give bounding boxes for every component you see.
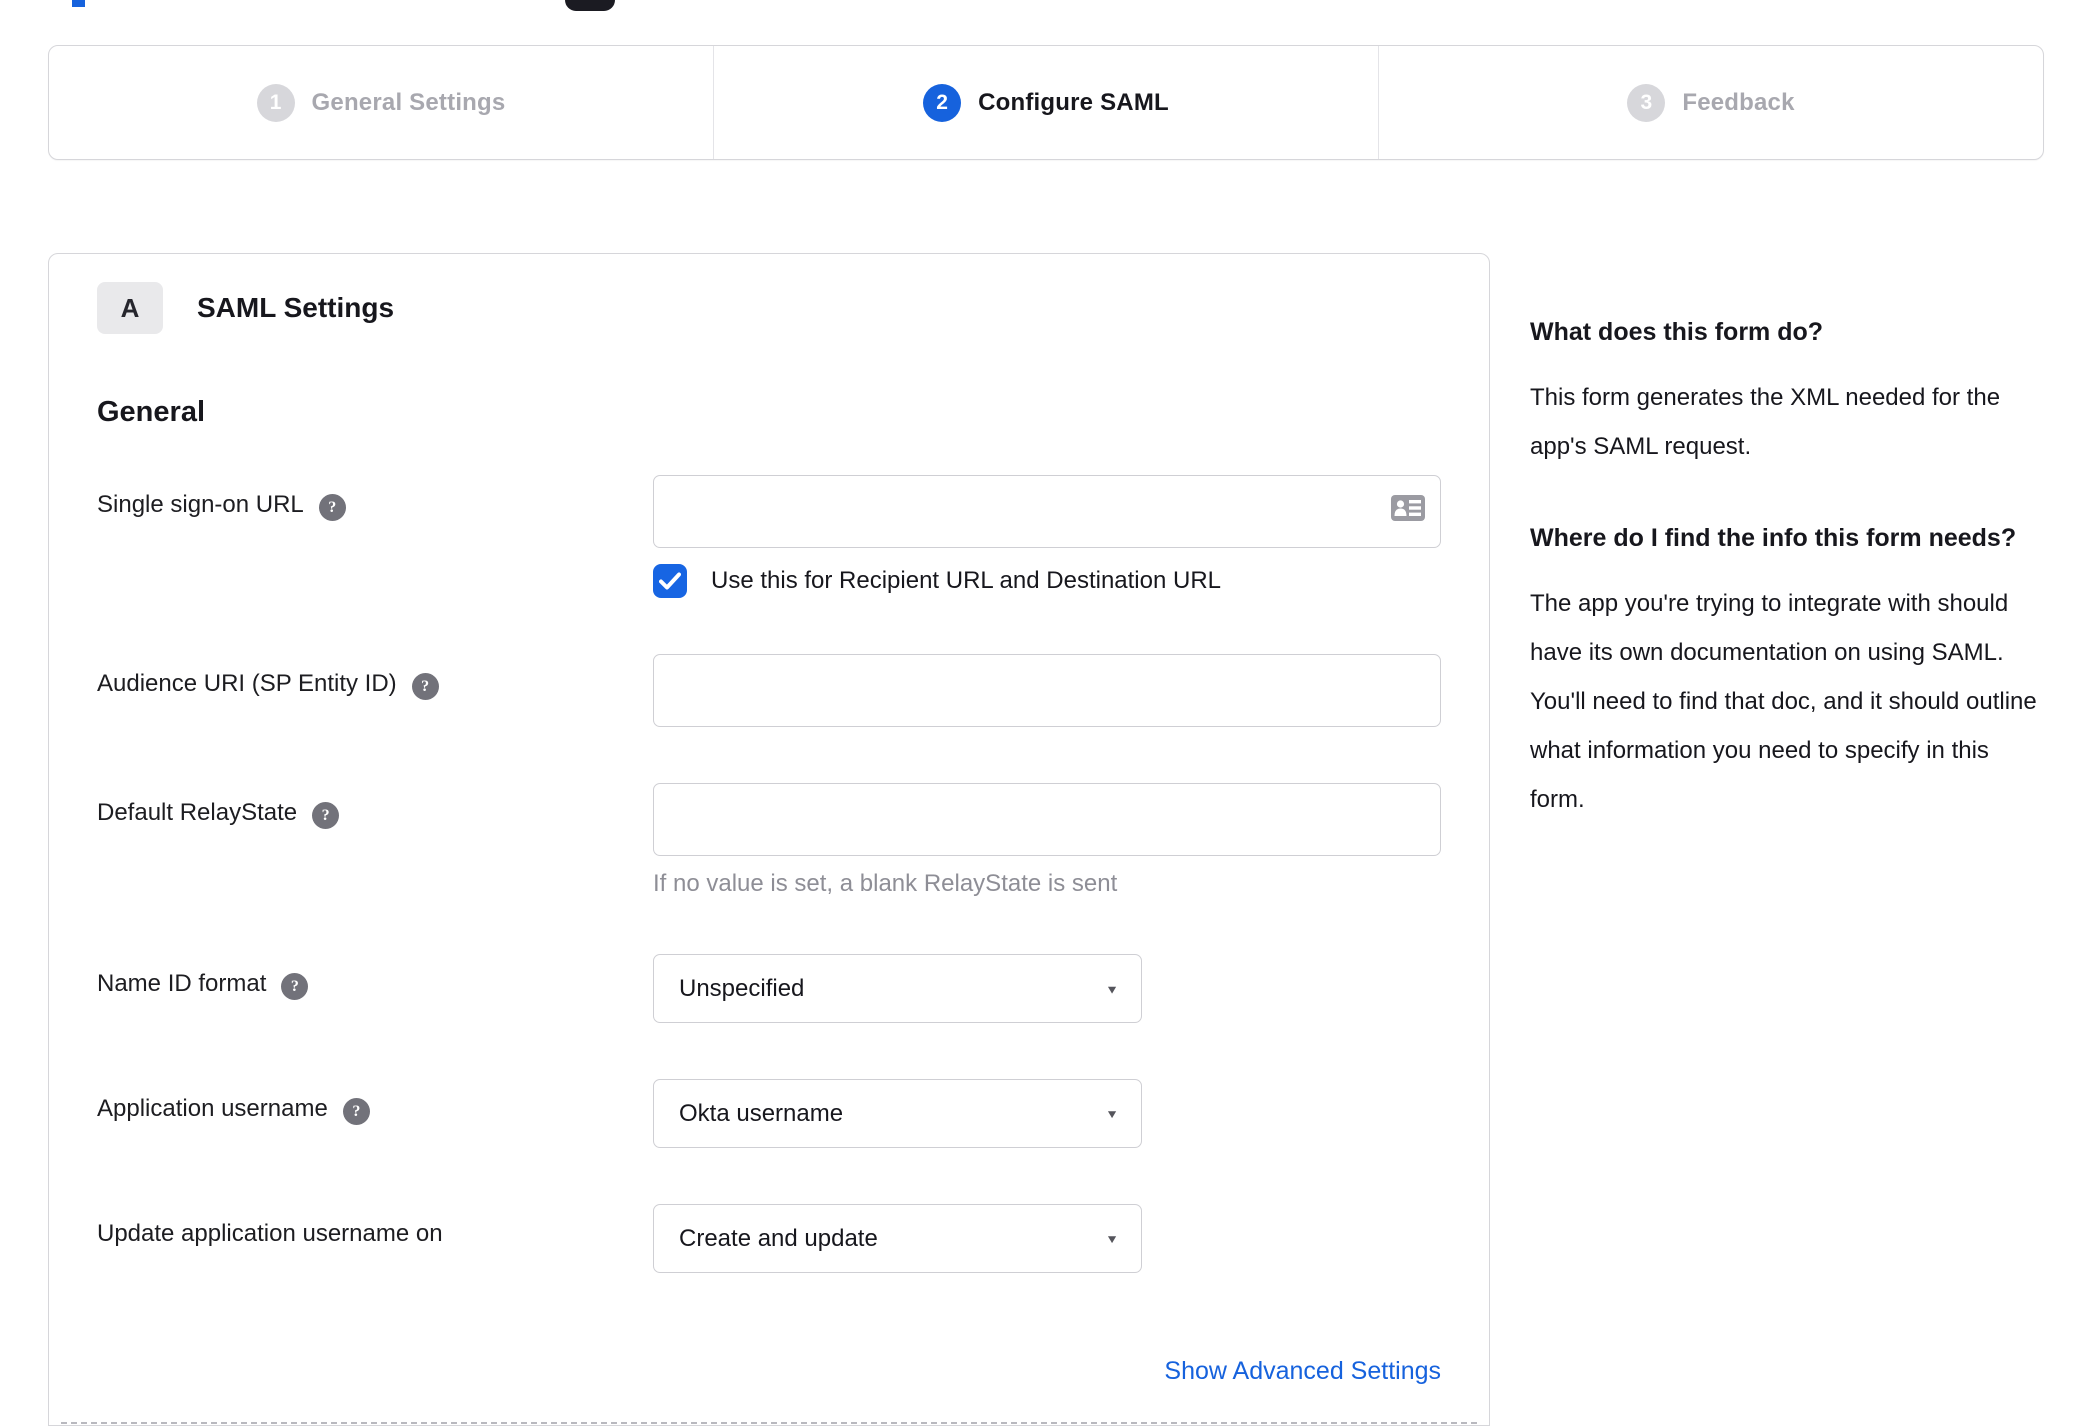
name-id-format-select[interactable]: Unspecified ▼: [653, 954, 1142, 1023]
wizard-stepper: 1 General Settings 2 Configure SAML 3 Fe…: [48, 45, 2044, 160]
step-feedback[interactable]: 3 Feedback: [1379, 46, 2043, 159]
step-number-badge: 2: [923, 83, 962, 122]
form-row-default-relaystate: Default RelayState ? If no value is set,…: [97, 783, 1441, 898]
field-label: Single sign-on URL ?: [97, 475, 653, 521]
saml-settings-card: A SAML Settings General Single sign-on U…: [48, 253, 1490, 1426]
application-username-select[interactable]: Okta username ▼: [653, 1079, 1142, 1148]
form-row-audience-uri: Audience URI (SP Entity ID) ?: [97, 654, 1441, 727]
form-row-name-id-format: Name ID format ? Unspecified ▼: [97, 954, 1441, 1023]
select-value: Okta username: [679, 1099, 844, 1127]
show-advanced-settings-link[interactable]: Show Advanced Settings: [1164, 1357, 1441, 1386]
help-icon[interactable]: ?: [281, 973, 309, 1000]
help-icon[interactable]: ?: [411, 673, 439, 700]
field-label: Audience URI (SP Entity ID) ?: [97, 654, 653, 700]
audience-uri-input[interactable]: [653, 654, 1441, 727]
field-label-text: Application username: [97, 1095, 328, 1122]
update-application-username-select[interactable]: Create and update ▼: [653, 1204, 1142, 1273]
step-label: Feedback: [1682, 88, 1795, 116]
step-label: Configure SAML: [978, 88, 1169, 116]
step-number-badge: 3: [1627, 83, 1666, 122]
help-paragraph-where: The app you're trying to integrate with …: [1530, 590, 2037, 813]
help-sidebar: What does this form do? This form genera…: [1530, 253, 2046, 824]
step-number-badge: 1: [256, 83, 295, 122]
checkmark-icon: [659, 572, 681, 590]
form-row-application-username: Application username ? Okta username ▼: [97, 1079, 1441, 1148]
recipient-url-checkbox-row[interactable]: Use this for Recipient URL and Destinati…: [653, 564, 1441, 598]
checkbox-checked[interactable]: [653, 564, 687, 598]
step-general-settings[interactable]: 1 General Settings: [49, 46, 714, 159]
field-label-text: Audience URI (SP Entity ID): [97, 670, 397, 697]
card-header: A SAML Settings: [97, 282, 1441, 334]
field-label-text: Update application username on: [97, 1220, 443, 1247]
help-paragraph-what: This form generates the XML needed for t…: [1530, 384, 2001, 460]
field-label: Application username ?: [97, 1079, 653, 1125]
default-relaystate-input[interactable]: [653, 783, 1441, 856]
help-icon[interactable]: ?: [318, 494, 346, 521]
advanced-settings-row: Show Advanced Settings: [97, 1357, 1441, 1386]
cut-off-blue-element: [72, 0, 85, 7]
select-value: Create and update: [679, 1224, 878, 1252]
field-label: Name ID format ?: [97, 954, 653, 1000]
general-group-title: General: [97, 396, 205, 428]
help-icon[interactable]: ?: [312, 802, 340, 829]
checkbox-label: Use this for Recipient URL and Destinati…: [711, 567, 1222, 594]
section-title: SAML Settings: [197, 292, 395, 323]
dashed-section-divider: [61, 1422, 1477, 1424]
field-control: [653, 654, 1441, 727]
field-label: Update application username on: [97, 1204, 653, 1248]
step-label: General Settings: [311, 88, 506, 116]
form-row-single-sign-on-url: Single sign-on URL ? Use this for Recipi…: [97, 475, 1441, 598]
field-control: Use this for Recipient URL and Destinati…: [653, 475, 1441, 598]
single-sign-on-url-input[interactable]: [653, 475, 1441, 548]
section-a-badge: A: [97, 282, 163, 334]
field-label-text: Default RelayState: [97, 799, 298, 826]
chevron-down-icon: ▼: [1105, 981, 1119, 996]
relaystate-hint: If no value is set, a blank RelayState i…: [653, 870, 1118, 897]
help-icon[interactable]: ?: [342, 1098, 370, 1125]
help-heading-what: What does this form do?: [1530, 318, 1824, 346]
contact-card-icon: [1390, 494, 1426, 527]
field-label: Default RelayState ?: [97, 783, 653, 829]
cut-off-dark-element: [565, 0, 615, 11]
form-row-update-application-username: Update application username on Create an…: [97, 1204, 1441, 1273]
field-control: If no value is set, a blank RelayState i…: [653, 783, 1441, 898]
step-configure-saml[interactable]: 2 Configure SAML: [714, 46, 1379, 159]
field-label-text: Single sign-on URL: [97, 491, 304, 518]
help-heading-where: Where do I find the info this form needs…: [1530, 524, 2017, 552]
field-label-text: Name ID format: [97, 970, 267, 997]
chevron-down-icon: ▼: [1105, 1106, 1119, 1121]
chevron-down-icon: ▼: [1105, 1231, 1119, 1246]
select-value: Unspecified: [679, 974, 805, 1002]
